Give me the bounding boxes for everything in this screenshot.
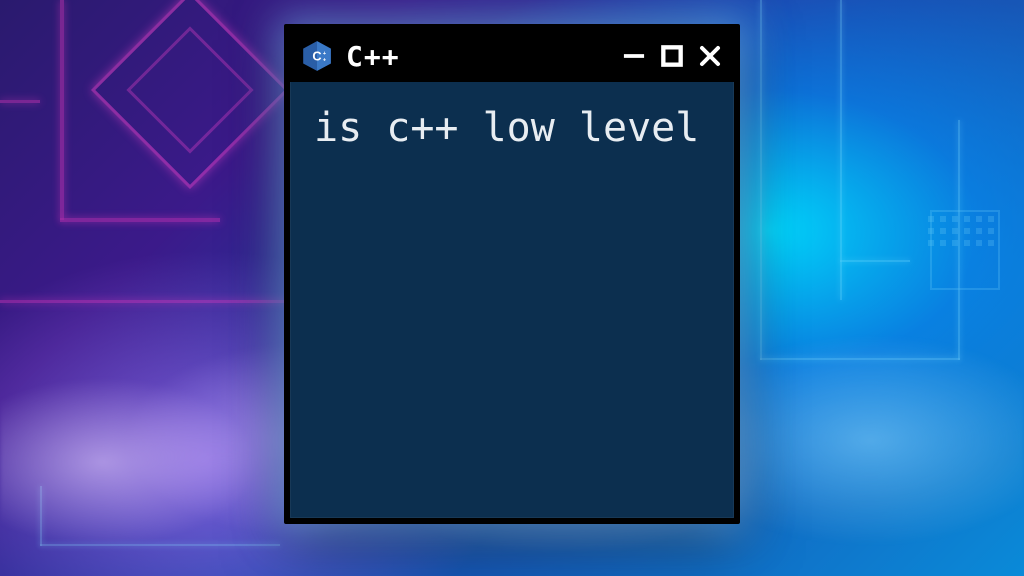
window-controls (620, 42, 724, 70)
close-button[interactable] (696, 42, 724, 70)
svg-text:C: C (312, 48, 321, 63)
terminal-window: C + + C++ is c++ low level (284, 24, 740, 524)
terminal-content[interactable]: is c++ low level (290, 82, 734, 518)
cpp-logo-icon: C + + (300, 39, 334, 73)
svg-text:+: + (323, 57, 327, 63)
titlebar[interactable]: C + + C++ (290, 30, 734, 82)
svg-text:+: + (323, 51, 327, 57)
minimize-button[interactable] (620, 42, 648, 70)
maximize-button[interactable] (658, 42, 686, 70)
window-title: C++ (346, 40, 400, 73)
